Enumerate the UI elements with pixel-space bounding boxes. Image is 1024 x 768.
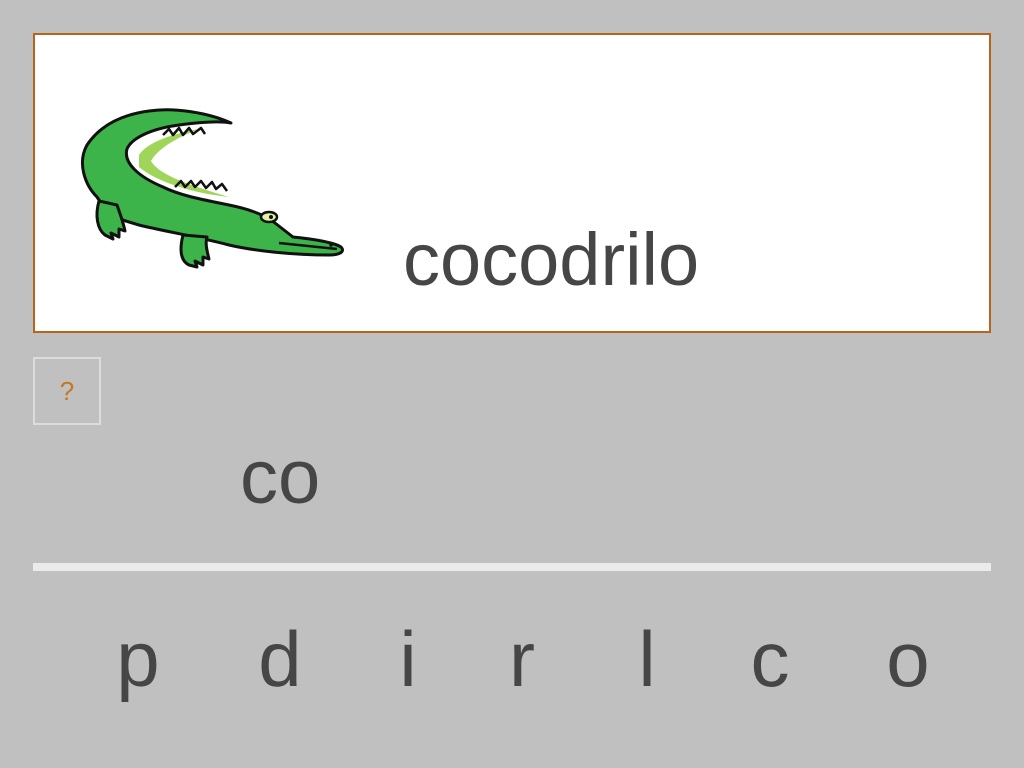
letter-tile[interactable]: l bbox=[617, 620, 677, 698]
word-card: cocodrilo bbox=[33, 33, 991, 333]
answer-divider bbox=[33, 563, 991, 571]
answer-text: co bbox=[240, 435, 321, 520]
letter-tile[interactable]: d bbox=[250, 620, 310, 698]
letter-tile[interactable]: r bbox=[492, 620, 552, 698]
hint-button[interactable]: ? bbox=[33, 357, 101, 425]
letter-tile[interactable]: i bbox=[378, 620, 438, 698]
letter-tile[interactable]: c bbox=[740, 620, 800, 698]
target-word: cocodrilo bbox=[403, 218, 700, 301]
letter-tile[interactable]: o bbox=[878, 620, 938, 698]
crocodile-icon bbox=[81, 108, 344, 269]
letter-choices: p d i r l c o bbox=[0, 620, 1024, 720]
letter-tile[interactable]: p bbox=[108, 620, 168, 698]
